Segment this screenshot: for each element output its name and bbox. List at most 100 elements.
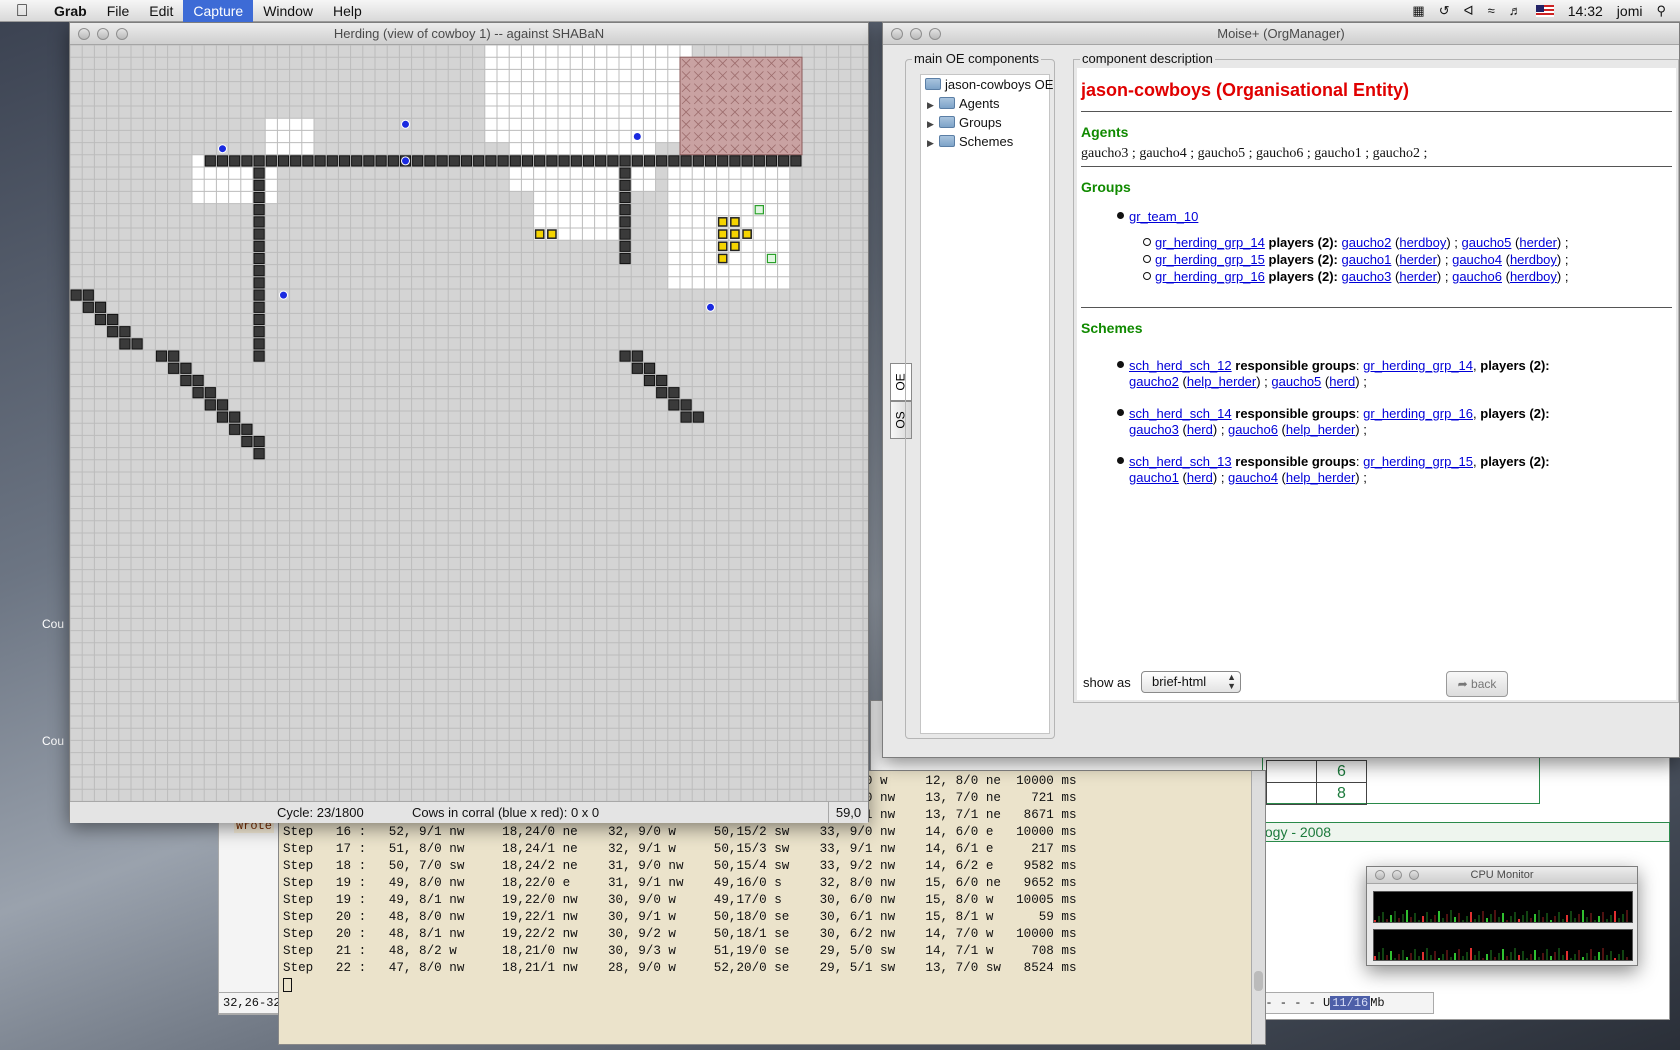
spotlight-search-icon[interactable]: ⚲	[1656, 3, 1666, 19]
responsible-group-link[interactable]: gr_herding_grp_16	[1363, 406, 1473, 421]
cpu-bar	[1614, 958, 1616, 960]
subgroup-link[interactable]: gr_herding_grp_15	[1155, 252, 1265, 267]
entity-heading: jason-cowboys (Organisational Entity)	[1081, 80, 1410, 100]
tree-item-agents[interactable]: ▶ Agents	[921, 94, 1049, 113]
memory-unit: Mb	[1370, 996, 1385, 1010]
responsible-group-link[interactable]: gr_herding_grp_15	[1363, 454, 1473, 469]
mission-link[interactable]: herd	[1187, 422, 1213, 437]
agent-link[interactable]: gaucho3	[1129, 422, 1179, 437]
menu-clock[interactable]: 14:32	[1568, 3, 1603, 19]
show-as-select[interactable]: brief-html ▲ ▼	[1141, 671, 1241, 693]
scroll-thumb[interactable]	[1254, 971, 1263, 991]
menu-file[interactable]: File	[97, 0, 140, 22]
agent-link[interactable]: gaucho1	[1342, 252, 1392, 267]
responsible-groups-label: responsible groups	[1235, 454, 1356, 469]
log-row: Step 16 : 52, 9/1 nw 18,24/0 ne 32, 9/0 …	[283, 825, 1077, 839]
zoom-button[interactable]	[929, 28, 941, 40]
moise-titlebar[interactable]: Moise+ (OrgManager)	[883, 23, 1679, 45]
flag-input-icon[interactable]	[1535, 4, 1554, 17]
responsible-group-link[interactable]: gr_herding_grp_14	[1363, 358, 1473, 373]
cpu-bar	[1470, 912, 1472, 922]
obstacle-cell	[131, 338, 143, 350]
close-button[interactable]	[891, 28, 903, 40]
obstacle-cell	[619, 179, 631, 191]
agent-link[interactable]: gaucho4	[1452, 252, 1502, 267]
agent-link[interactable]: gaucho3	[1342, 269, 1392, 284]
obstacle-cell	[619, 252, 631, 265]
scheme-link[interactable]: sch_herd_sch_14	[1129, 406, 1232, 421]
minimize-button[interactable]	[910, 28, 922, 40]
cow-marker	[717, 253, 728, 264]
subgroup-link[interactable]: gr_herding_grp_14	[1155, 235, 1265, 250]
bluetooth-icon[interactable]: ᐊ	[1464, 3, 1474, 19]
role-link[interactable]: herder	[1519, 235, 1557, 250]
tree-item-groups[interactable]: ▶ Groups	[921, 113, 1049, 132]
agent-link[interactable]: gaucho1	[1129, 470, 1179, 485]
tree-item-schemes[interactable]: ▶ Schemes	[921, 132, 1049, 151]
volume-icon[interactable]: ♬	[1509, 3, 1522, 18]
zoom-button[interactable]	[116, 28, 128, 40]
agent-link[interactable]: gaucho6	[1228, 422, 1278, 437]
herding-titlebar[interactable]: Herding (view of cowboy 1) -- against SH…	[70, 23, 868, 45]
apple-menu-icon[interactable]: 	[0, 1, 44, 21]
oe-tree[interactable]: jason-cowboys OE ▶ Agents ▶ Groups ▶ Scheme…	[920, 74, 1053, 734]
zoom-button[interactable]	[1409, 870, 1419, 880]
app-menu[interactable]: Grab	[44, 0, 97, 22]
terminal-scrollbar[interactable]	[1251, 771, 1265, 1044]
cpu-titlebar[interactable]: CPU Monitor	[1367, 867, 1637, 884]
role-link[interactable]: herdboy	[1399, 235, 1446, 250]
agent-link[interactable]: gaucho2	[1129, 374, 1179, 389]
mission-link[interactable]: herd	[1187, 470, 1213, 485]
role-link[interactable]: herder	[1399, 269, 1437, 284]
desktop-icon-label-1[interactable]: Cou	[42, 617, 64, 631]
close-button[interactable]	[78, 28, 90, 40]
cpu-bar	[1558, 912, 1560, 922]
menu-user[interactable]: jomi	[1617, 3, 1643, 19]
role-link[interactable]: herder	[1399, 252, 1437, 267]
disclosure-triangle-icon[interactable]: ▶	[927, 134, 939, 153]
log-row: Step 19 : 49, 8/1 nw 19,22/0 nw 30, 9/0 …	[283, 893, 1077, 907]
agent-link[interactable]: gaucho4	[1228, 470, 1278, 485]
cpu-bar	[1386, 955, 1388, 960]
cpu-bar	[1578, 914, 1580, 922]
scheme-link[interactable]: sch_herd_sch_12	[1129, 358, 1232, 373]
menu-bar:  Grab File Edit Capture Window Help ▦ ↺…	[0, 0, 1680, 22]
minimize-button[interactable]	[97, 28, 109, 40]
mission-link[interactable]: help_herder	[1286, 470, 1355, 485]
moise-title: Moise+ (OrgManager)	[1217, 26, 1345, 41]
cpu-bar	[1490, 950, 1492, 960]
cow-marker	[730, 217, 740, 227]
mission-link[interactable]: help_herder	[1286, 422, 1355, 437]
cpu-title: CPU Monitor	[1470, 869, 1534, 881]
menu-help[interactable]: Help	[323, 0, 372, 22]
back-button[interactable]: ➦ back	[1446, 671, 1508, 697]
cpu-bar	[1382, 948, 1384, 960]
mission-link[interactable]: help_herder	[1187, 374, 1256, 389]
menu-edit[interactable]: Edit	[139, 0, 183, 22]
scheme-link[interactable]: sch_herd_sch_13	[1129, 454, 1232, 469]
mission-link[interactable]: herd	[1329, 374, 1355, 389]
tree-root[interactable]: jason-cowboys OE	[921, 75, 1053, 94]
cpu-bar	[1438, 958, 1440, 960]
agent-link[interactable]: gaucho5	[1271, 374, 1321, 389]
menu-capture[interactable]: Capture	[183, 0, 254, 22]
minimize-button[interactable]	[1392, 870, 1402, 880]
select-arrows-icon: ▲ ▼	[1227, 672, 1236, 691]
subgroup-link[interactable]: gr_herding_grp_16	[1155, 269, 1265, 284]
herding-grid-map[interactable]	[70, 45, 868, 801]
desktop-icon-label-2[interactable]: Cou	[42, 734, 64, 748]
role-link[interactable]: herdboy	[1510, 269, 1557, 284]
wifi-icon[interactable]: ≈	[1488, 3, 1495, 18]
agent-link[interactable]: gaucho2	[1342, 235, 1392, 250]
role-link[interactable]: herdboy	[1510, 252, 1557, 267]
obstacle-cell	[424, 155, 436, 167]
obstacle-cell	[448, 155, 460, 167]
team-group-link[interactable]: gr_team_10	[1129, 209, 1198, 224]
time-machine-icon[interactable]: ↺	[1439, 3, 1450, 19]
input-status-icon[interactable]: ▦	[1412, 3, 1424, 19]
menu-window[interactable]: Window	[253, 0, 323, 22]
close-button[interactable]	[1375, 870, 1385, 880]
agent-link[interactable]: gaucho6	[1452, 269, 1502, 284]
team-group-item: gr_team_10	[1117, 209, 1672, 224]
agent-link[interactable]: gaucho5	[1462, 235, 1512, 250]
